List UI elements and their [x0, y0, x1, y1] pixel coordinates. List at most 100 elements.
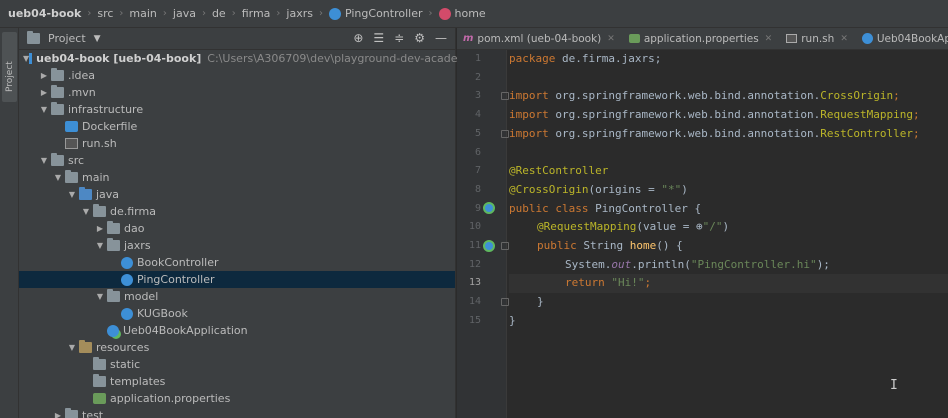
close-icon[interactable]: ✕	[765, 34, 773, 44]
tree-item-application-properties[interactable]: application.properties	[19, 390, 455, 407]
breadcrumb-item-jaxrs[interactable]: jaxrs	[286, 7, 313, 20]
fold-marker-icon[interactable]	[501, 298, 509, 306]
tree-item-dockerfile[interactable]: Dockerfile	[19, 118, 455, 135]
breadcrumb-item-src[interactable]: src	[97, 7, 113, 20]
code-token: }	[509, 313, 516, 327]
tree-item-static[interactable]: static	[19, 356, 455, 373]
close-icon[interactable]: ✕	[607, 34, 615, 44]
keyword-token: public class	[509, 201, 589, 215]
expanded-chevron-icon[interactable]: ▼	[65, 190, 79, 199]
java-class-icon	[861, 33, 873, 44]
breadcrumb-separator: ›	[318, 8, 323, 19]
tab-label: pom.xml (ueb-04-book)	[477, 32, 602, 45]
fold-marker-icon[interactable]	[501, 130, 509, 138]
breadcrumb-item-class[interactable]: PingController	[328, 7, 423, 20]
tree-item-main[interactable]: ▼ main	[19, 169, 455, 186]
locate-file-icon[interactable]: ⊕	[353, 31, 363, 45]
tree-item-label: .mvn	[68, 86, 96, 99]
breadcrumb-item-project[interactable]: ueb04-book	[8, 7, 81, 20]
breadcrumb-item-method[interactable]: home	[438, 7, 486, 20]
package-icon	[107, 238, 120, 251]
project-panel-header: Project ▼ ⊕ ☰ ≑ ⚙ —	[19, 28, 455, 50]
code-token: )	[681, 182, 688, 196]
folder-icon	[93, 374, 106, 387]
collapsed-chevron-icon[interactable]: ▶	[93, 224, 107, 233]
tree-item-resources[interactable]: ▼ resources	[19, 339, 455, 356]
navigation-breadcrumb: ueb04-book › src › main › java › de › fi…	[0, 0, 948, 28]
line-number-current: 13	[468, 277, 481, 289]
tree-item-dao[interactable]: ▶ dao	[19, 220, 455, 237]
project-tool-tab[interactable]: Project	[2, 32, 17, 102]
line-number: 6	[474, 146, 481, 158]
settings-gear-icon[interactable]: ⚙	[414, 31, 425, 45]
tab-ueb04bookapplication[interactable]: Ueb04BookApplication	[856, 28, 948, 49]
collapsed-chevron-icon[interactable]: ▶	[37, 71, 51, 80]
tree-item-ueb04bookapplication[interactable]: Ueb04BookApplication	[19, 322, 455, 339]
code-token: org.springframework.web.bind.annotation.	[548, 108, 821, 122]
code-token: (value =	[636, 220, 696, 234]
tree-item-project-root[interactable]: ▼ ueb04-book [ueb-04-book] C:\Users\A306…	[19, 50, 527, 67]
tree-item-de-firma[interactable]: ▼ de.firma	[19, 203, 455, 220]
tree-item-label: PingController	[137, 273, 215, 286]
breadcrumb-item-main[interactable]: main	[129, 7, 156, 20]
code-token: .println(	[631, 257, 691, 271]
tab-application-properties[interactable]: application.properties ✕	[623, 28, 780, 49]
tree-item-label: Dockerfile	[82, 120, 138, 133]
code-token: ;	[913, 126, 920, 140]
expanded-chevron-icon[interactable]: ▼	[79, 207, 93, 216]
collapsed-chevron-icon[interactable]: ▶	[51, 411, 65, 418]
view-dropdown-chevron-icon[interactable]: ▼	[94, 34, 101, 44]
tree-item-idea[interactable]: ▶ .idea	[19, 67, 455, 84]
expand-all-icon[interactable]: ☰	[373, 31, 384, 45]
fold-marker-icon[interactable]	[501, 92, 509, 100]
tree-item-mvn[interactable]: ▶ .mvn	[19, 84, 455, 101]
project-tree: ▼ ueb04-book [ueb-04-book] C:\Users\A306…	[19, 50, 527, 418]
code-area[interactable]: package de.firma.jaxrs; import org.sprin…	[509, 50, 948, 418]
code-editor[interactable]: 1 2 3 4 5 6 7 8 9 10 11 12 13 14 15 pack…	[457, 50, 948, 418]
tree-item-java[interactable]: ▼ java	[19, 186, 455, 203]
tree-item-templates[interactable]: templates	[19, 373, 455, 390]
tree-item-label: src	[68, 154, 85, 167]
folder-icon	[51, 102, 64, 115]
hide-panel-icon[interactable]: —	[435, 31, 447, 45]
folder-icon	[65, 408, 78, 418]
project-panel-title[interactable]: Project	[48, 32, 86, 45]
collapse-all-icon[interactable]: ≑	[394, 31, 404, 45]
tree-item-infrastructure[interactable]: ▼ infrastructure	[19, 101, 455, 118]
tree-item-test[interactable]: ▶ test	[19, 407, 455, 418]
collapsed-chevron-icon[interactable]: ▶	[37, 88, 51, 97]
spring-request-mapping-gutter-icon[interactable]	[483, 240, 495, 252]
editor-gutter: 1 2 3 4 5 6 7 8 9 10 11 12 13 14 15	[457, 50, 509, 418]
line-number: 15	[468, 314, 481, 326]
tree-item-label: model	[124, 290, 159, 303]
tree-item-model[interactable]: ▼ model	[19, 288, 455, 305]
expanded-chevron-icon[interactable]: ▼	[37, 156, 51, 165]
expanded-chevron-icon[interactable]: ▼	[37, 105, 51, 114]
expanded-chevron-icon[interactable]: ▼	[93, 241, 107, 250]
spring-bean-gutter-icon[interactable]	[483, 202, 495, 214]
endpoint-globe-icon[interactable]: ⊕	[696, 220, 703, 233]
line-number: 9	[474, 202, 481, 214]
line-number: 8	[474, 183, 481, 195]
tree-item-jaxrs[interactable]: ▼ jaxrs	[19, 237, 455, 254]
breadcrumb-item-java[interactable]: java	[173, 7, 196, 20]
breadcrumb-item-de[interactable]: de	[212, 7, 226, 20]
tree-item-pingcontroller[interactable]: PingController	[19, 271, 455, 288]
code-token: String	[576, 239, 630, 252]
tree-item-run-sh[interactable]: run.sh	[19, 135, 455, 152]
code-line: public String home() {	[537, 237, 683, 256]
tree-item-bookcontroller[interactable]: BookController	[19, 254, 455, 271]
breadcrumb-item-firma[interactable]: firma	[242, 7, 271, 20]
tree-item-src[interactable]: ▼ src	[19, 152, 455, 169]
code-line: import org.springframework.web.bind.anno…	[509, 87, 900, 106]
expanded-chevron-icon[interactable]: ▼	[93, 292, 107, 301]
tab-run-sh[interactable]: run.sh ✕	[780, 28, 856, 49]
tree-item-kugbook[interactable]: KUGBook	[19, 305, 455, 322]
expanded-chevron-icon[interactable]: ▼	[65, 343, 79, 352]
fold-marker-icon[interactable]	[501, 242, 509, 250]
line-number: 7	[474, 165, 481, 177]
expanded-chevron-icon[interactable]: ▼	[51, 173, 65, 182]
close-icon[interactable]: ✕	[840, 34, 848, 44]
line-number: 5	[474, 127, 481, 139]
tab-pom-xml[interactable]: m pom.xml (ueb-04-book) ✕	[457, 28, 623, 49]
